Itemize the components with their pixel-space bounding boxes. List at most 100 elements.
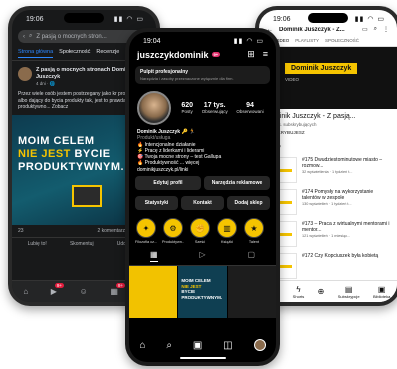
bottom-nav: ⌂ ⌕ ▣ ◫ [129,334,276,356]
market-icon[interactable]: ▦ 9+ [110,283,125,296]
highlight-label: Książki [220,240,234,245]
username-text: juszczykdominik [137,49,209,60]
nav-subscriptions[interactable]: ▤ Subskrypcje [338,285,360,299]
tab-community[interactable]: Społeczność [59,49,90,58]
back-arrow-icon[interactable]: ‹ [23,34,25,40]
caption-line-3: BYCIE PRODUKTYWNYM. [181,289,223,300]
banner-sub: VIDEO [285,77,300,82]
status-time: 19:06 [273,15,291,23]
avatar[interactable] [18,67,32,81]
channel-meta: 3,93 tys. subskrybujących [265,122,317,127]
highlight-item[interactable]: ✦ Filozofia cz... [135,218,157,244]
nav-shorts[interactable]: ϟ Shorts [293,285,305,299]
home-icon[interactable]: ⌂ [23,287,28,296]
grid-icon[interactable]: ▦ [149,250,158,263]
stat-following[interactable]: 94 Obserwowani [236,102,263,114]
grid-post[interactable] [227,266,276,319]
reels-icon[interactable]: ▣ [193,340,202,351]
highlight-item[interactable]: ▥ Książki [216,218,238,244]
post-grid: MOIM CELEM NIE JEST BYCIE PRODUKTYWNYM. [129,266,276,319]
profile-header: 620 Posty 17 tys. Obserwujący 94 Obserwo… [129,87,276,129]
instagram-screen: 19:04 ▮▮ ◠ ▭ juszczykdominik 9+ ⊞ ≡ Pulp… [129,32,276,362]
channel-topbar-title: Dominik Juszczyk - Z... [279,26,345,33]
highlight-item[interactable]: ⚙ Produktywn... [162,218,184,244]
stat-posts[interactable]: 620 Posty [181,102,193,114]
video-icon[interactable]: ▶ 9+ [51,283,64,296]
profile-avatar-icon[interactable] [253,339,266,351]
comment-button[interactable]: Skomentuj [70,241,94,247]
channel-tabs: A WIDEO PLAYLISTY SPOŁECZNOŚĆ [259,35,397,47]
phone-notch [64,13,104,23]
post-image-text: MOIM CELEM NIE JEST BYCIE PRODUKTYWNYM. [18,135,124,174]
image-line-2: NIE JEST BYCIE [18,148,124,161]
video-title: #172 Czy Kopciuszek była kobietą [302,253,379,259]
instagram-phone: 19:04 ▮▮ ◠ ▭ juszczykdominik 9+ ⊞ ≡ Pulp… [125,28,280,366]
nav-shorts-label: Shorts [292,293,305,299]
highlight-item[interactable]: ★ Talent [243,218,265,244]
strength-icon: ✊ [190,218,210,239]
shorts-icon: ϟ [296,284,301,294]
subscribe-button[interactable]: SUBSKRYBUJESZ [265,130,391,135]
status-time: 19:04 [143,37,161,45]
profile-tabs: ▦ ▷ ▢ [129,246,276,267]
tab-playlists[interactable]: PLAYLISTY [295,38,319,43]
shop-icon[interactable]: ◫ [223,340,232,351]
search-text: Z pasją o mocnych stron... [36,33,107,40]
stat-following-label: Obserwowani [236,109,264,114]
profile-buttons-row-1: Edytuj profil Narzędzia reklamowe [129,173,276,193]
phone-notch [182,35,223,45]
reels-icon[interactable]: ▷ [199,250,205,262]
nav-library[interactable]: ▣ Biblioteka [373,285,390,299]
username[interactable]: juszczykdominik 9+ [137,49,221,60]
stat-followers-value: 17 tys. [203,102,226,109]
add-shop-button[interactable]: Dodaj sklep [227,196,270,211]
notification-badge: 9+ [54,283,64,288]
menu-icon[interactable]: ≡ [263,49,268,60]
stat-followers-label: Obserwujący [201,109,228,114]
professional-dashboard[interactable]: Pulpit profesjonalny Narzędzia i zasoby … [135,66,270,84]
video-meta: 32 wyświetlenia · 1 tydzień t... [302,170,353,174]
phone-notch [308,13,348,23]
cast-icon[interactable]: ▭ [362,26,368,33]
search-icon[interactable]: ⌕ [374,26,377,33]
notification-badge: 9+ [211,52,221,57]
highlight-item[interactable]: ✊ Sześć [189,218,211,244]
search-icon[interactable]: ⌕ [166,340,172,351]
screenshot-stage: 19:06 ▮▮ ◠ ▭ ‹ ⌕ Z pasją o mocnych stron… [0,0,397,369]
highlight-label: Sześć [194,240,206,245]
tagged-icon[interactable]: ▢ [247,250,255,262]
ad-tools-button[interactable]: Narzędzia reklamowe [204,176,270,191]
tab-community[interactable]: SPOŁECZNOŚĆ [325,38,359,43]
banner-name: Dominik Juszczyk [285,63,358,74]
signal-icon: ▮▮ ◠ ▭ [233,38,264,45]
add-post-icon[interactable]: ⊞ [247,49,255,60]
grid-post[interactable]: MOIM CELEM NIE JEST BYCIE PRODUKTYWNYM. [178,266,227,319]
home-icon[interactable]: ⌂ [139,340,145,351]
more-icon[interactable]: ⋮ [383,26,389,33]
talent-icon: ★ [244,218,264,239]
plus-icon: ⊕ [317,287,325,296]
stat-posts-label: Posty [181,109,193,114]
friends-icon[interactable]: ☺ [80,287,88,296]
contact-button[interactable]: Kontakt [181,196,224,211]
productivity-icon: ⚙ [163,218,183,239]
like-button[interactable]: Lubię to! [28,241,47,247]
video-title: #175 Dwudziestominutowe miasto – rozmow.… [302,157,383,169]
stat-posts-value: 620 [181,102,194,109]
grid-post-caption: MOIM CELEM NIE JEST BYCIE PRODUKTYWNYM. [181,278,226,300]
reaction-count[interactable]: 23 [18,228,24,234]
edit-profile-button[interactable]: Edytuj profil [135,176,201,191]
tab-reviews[interactable]: Recenzje [96,49,119,58]
image-line-3: PRODUKTYWNYM. [18,160,125,173]
nav-subscriptions-label: Subskrypcje [337,293,360,299]
grid-post[interactable] [129,266,178,319]
avatar[interactable] [137,91,171,125]
insights-button[interactable]: Statystyki [135,196,178,211]
stat-following-value: 94 [246,102,254,109]
stat-followers[interactable]: 17 tys. Obserwujący [202,102,228,114]
profile-topbar: juszczykdominik 9+ ⊞ ≡ [129,46,276,63]
search-icon: ⌕ [29,33,33,39]
profile-buttons-row-2: Statystyki Kontakt Dodaj sklep [129,193,276,213]
nav-create[interactable]: ⊕ [318,287,325,296]
tab-home[interactable]: Strona główna [18,49,54,58]
